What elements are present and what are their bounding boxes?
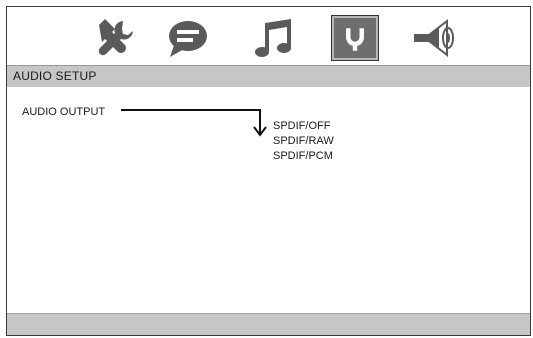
settings-panel: AUDIO OUTPUT SPDIF/OFF SPDIF/RAW SPDIF/P… [7,87,530,315]
speaker-icon[interactable] [411,15,459,61]
connector-arrow-icon [121,109,267,137]
option-spdif-raw[interactable]: SPDIF/RAW [273,134,334,149]
option-spdif-off[interactable]: SPDIF/OFF [273,119,334,134]
audio-plug-icon[interactable] [331,15,379,61]
icon-toolbar [7,7,530,69]
audio-output-options: SPDIF/OFF SPDIF/RAW SPDIF/PCM [273,119,334,164]
setup-screen: AUDIO SETUP AUDIO OUTPUT SPDIF/OFF SPDIF… [6,6,531,336]
wrench-icon[interactable] [89,15,137,61]
music-note-icon[interactable] [251,15,299,61]
page-title-bar: AUDIO SETUP [7,65,530,88]
option-spdif-pcm[interactable]: SPDIF/PCM [273,149,334,164]
speech-bubble-icon[interactable] [164,15,212,61]
footer-bar [7,313,530,335]
page-title: AUDIO SETUP [13,69,97,83]
active-tab-highlight [334,18,376,58]
audio-output-label[interactable]: AUDIO OUTPUT [22,106,105,118]
